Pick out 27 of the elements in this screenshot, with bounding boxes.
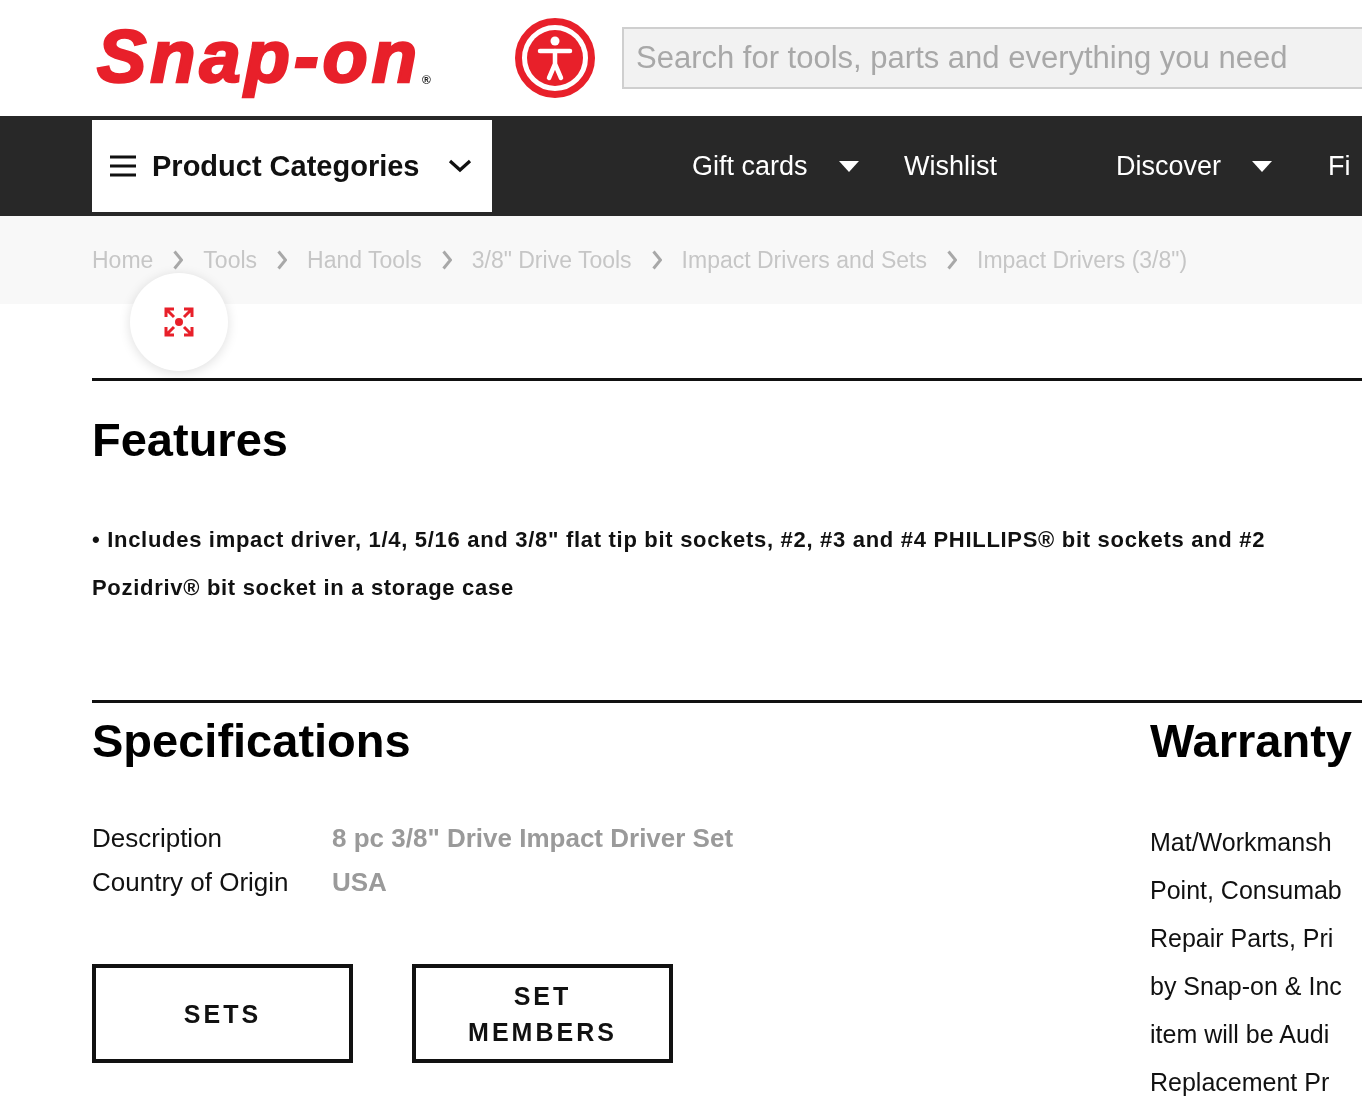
product-categories-button[interactable]: Product Categories bbox=[92, 120, 492, 212]
set-members-button[interactable]: SET MEMBERS bbox=[412, 964, 673, 1063]
expand-icon bbox=[163, 306, 195, 338]
section-heading: Features bbox=[92, 412, 288, 468]
nav-link[interactable]: Fi bbox=[1328, 150, 1351, 182]
chevron-right-icon bbox=[947, 250, 957, 270]
spec-value: 8 pc 3/8" Drive Impact Driver Set bbox=[332, 822, 734, 855]
chevron-right-icon bbox=[173, 250, 184, 270]
sets-button[interactable]: SETS bbox=[92, 964, 353, 1063]
chevron-down-icon bbox=[448, 159, 472, 173]
spec-value: USA bbox=[332, 866, 387, 899]
accessibility-icon[interactable] bbox=[515, 18, 595, 98]
nav-link[interactable]: Discover bbox=[1116, 150, 1273, 182]
nav-link[interactable]: Wishlist bbox=[904, 150, 997, 182]
chevron-right-icon bbox=[441, 250, 452, 270]
warranty-text: Mat/Workmansh Point, Consumab Repair Parts, Pri by Snap-on & Inc item will be Audi Replacement Pr bbox=[1150, 827, 1342, 1098]
search-field[interactable]: Search for tools, parts and everything you need bbox=[622, 27, 1362, 89]
nav-link[interactable]: Gift cards bbox=[692, 150, 859, 182]
chevron-right-icon bbox=[651, 250, 662, 270]
brand-logo[interactable]: Snap-on® bbox=[95, 18, 433, 98]
features-text: • Includes impact driver, 1/4, 5/16 and 3/8" flat tip bit sockets, #2, #3 and #4 PHILLIPS® bit sockets and #2 Pozidriv® bit socket in a storage case bbox=[92, 526, 1267, 602]
spec-label: Description bbox=[92, 822, 223, 855]
menu-icon bbox=[110, 155, 136, 177]
section-heading: Warranty bbox=[1150, 713, 1352, 769]
chevron-right-icon bbox=[277, 250, 288, 270]
spec-label: Country of Origin bbox=[92, 866, 289, 899]
section-heading: Specifications bbox=[92, 713, 411, 769]
